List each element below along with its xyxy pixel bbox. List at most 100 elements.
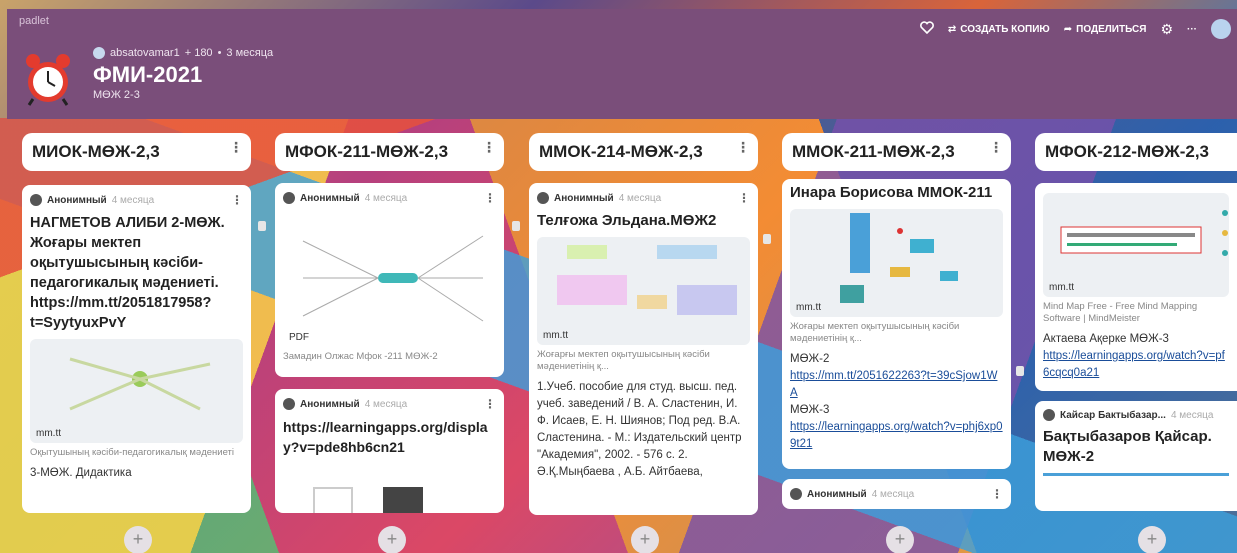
author-name: Анонимный [300, 398, 360, 410]
mindmap-preview-icon [557, 245, 737, 315]
header-actions: ⇄ СОЗДАТЬ КОПИЮ ➦ ПОДЕЛИТЬСЯ ⚙ ··· [919, 19, 1231, 39]
post-menu-icon[interactable]: ⋮ [231, 193, 243, 207]
post-card[interactable]: Инара Борисова ММОК-211 mm.tt Жоғары мек… [782, 179, 1011, 469]
share-button[interactable]: ➦ ПОДЕЛИТЬСЯ [1064, 24, 1147, 35]
column-header[interactable]: ММОК-214-МӨЖ-2,3 ⋮ [529, 133, 758, 171]
mindmap-preview-icon [302, 235, 484, 322]
contributors-count: + 180 [184, 47, 213, 59]
post-card[interactable]: Анонимный 4 месяца ⋮ https://learningapp… [275, 389, 504, 513]
add-post-button[interactable]: + [631, 526, 659, 553]
post-time: 4 месяца [364, 192, 408, 204]
column-header[interactable]: ММОК-211-МӨЖ-2,3 ⋮ [782, 133, 1011, 171]
remake-label: СОЗДАТЬ КОПИЮ [960, 23, 1050, 35]
column-header[interactable]: МФОК-211-МӨЖ-2,3 ⋮ [275, 133, 504, 171]
post-link[interactable]: https://learningapps.org/watch?v=phj6xp0… [790, 419, 1003, 453]
post-menu-icon[interactable]: ⋮ [738, 191, 750, 205]
post-title: Бақтыбазаров Қайсар. МӨЖ-2 [1043, 428, 1212, 465]
post-body: 3-МӨЖ. Дидактика [30, 467, 132, 479]
column-menu-icon[interactable]: ⋮ [736, 139, 750, 156]
post-time: 4 месяца [111, 194, 155, 206]
user-avatar[interactable] [1211, 19, 1231, 39]
post-link[interactable]: https://mm.tt/2051622263?t=39cSjow1WA [790, 368, 1003, 402]
mindmap-thumbnail[interactable]: mm.tt [537, 237, 750, 345]
gear-icon[interactable]: ⚙ [1160, 21, 1173, 38]
post-time: 4 месяца [618, 192, 662, 204]
mindmap-preview-icon [69, 357, 211, 411]
post-author: Анонимный 4 месяца ⋮ [30, 193, 243, 207]
owner-avatar[interactable] [93, 47, 105, 59]
image-icon [313, 487, 353, 513]
drag-handle[interactable] [763, 234, 771, 244]
post-title: Телғожа Эльдана.МӨЖ2 [537, 212, 717, 229]
post-time: 4 месяца [1170, 409, 1214, 421]
post-card[interactable]: Анонимный 4 месяца ⋮ Телғожа Эльдана.МӨЖ… [529, 183, 758, 515]
column-menu-icon[interactable]: ⋮ [482, 139, 496, 156]
column-header[interactable]: МИОК-МӨЖ-2,3 ⋮ [22, 133, 251, 171]
post-title: Инара Борисова ММОК-211 [790, 184, 993, 201]
owner-name[interactable]: absatovamar1 [110, 47, 180, 59]
author-name: Анонимный [807, 488, 867, 500]
mindmap-thumbnail[interactable]: mm.tt [1043, 193, 1229, 297]
post-card[interactable]: Анонимный 4 месяца ⋮ НАГМЕТОВ АЛИБИ 2-МӨ… [22, 185, 251, 513]
post-author: Анонимный 4 месяца ⋮ [283, 397, 496, 411]
column-header[interactable]: МФОК-212-МӨЖ-2,3 [1035, 133, 1237, 171]
thumb-source: mm.tt [796, 302, 821, 313]
add-post-button[interactable]: + [886, 526, 914, 553]
post-link[interactable]: https://learningapps.org/watch?v=pf6cqcq… [1043, 348, 1229, 382]
add-post-button[interactable]: + [378, 526, 406, 553]
post-menu-icon[interactable]: ⋮ [991, 487, 1003, 501]
more-menu-icon[interactable]: ··· [1187, 24, 1197, 35]
column-menu-icon[interactable]: ⋮ [229, 139, 243, 156]
board-meta: absatovamar1 + 180 • 3 месяца [93, 47, 273, 59]
pdf-thumbnail[interactable]: PDF [283, 211, 496, 347]
column-3: ММОК-214-МӨЖ-2,3 ⋮ Анонимный 4 месяца ⋮ … [529, 133, 758, 515]
post-card[interactable]: Кайсар Бактыбазар... 4 месяца Бақтыбазар… [1035, 401, 1237, 511]
post-link-title: Оқытушының кәсіби-педагогикалық мәдениет… [30, 447, 234, 458]
anonymous-avatar-icon [537, 192, 549, 204]
column-4: ММОК-211-МӨЖ-2,3 ⋮ Инара Борисова ММОК-2… [782, 133, 1011, 509]
column-title: ММОК-214-МӨЖ-2,3 [539, 142, 703, 161]
post-card[interactable]: Анонимный 4 месяца ⋮ [782, 479, 1011, 509]
mindmap-thumbnail[interactable]: mm.tt [790, 209, 1003, 317]
post-line: МӨЖ-2 [790, 353, 830, 365]
drag-handle[interactable] [258, 221, 266, 231]
post-link-title: Замадин Олжас Мфок -211 МӨЖ-2 [283, 351, 438, 362]
thumb-source: mm.tt [36, 428, 61, 439]
post-card[interactable]: mm.tt Mind Map Free - Free Mind Mapping … [1035, 183, 1237, 391]
add-post-button[interactable]: + [1138, 526, 1166, 553]
post-title: НАГМЕТОВ АЛИБИ 2-МӨЖ. Жоғары мектеп оқыт… [30, 215, 225, 331]
post-link-title: Жоғарғы мектеп оқытушысының кәсіби мәден… [537, 349, 710, 372]
post-line: МӨЖ-3 [790, 404, 830, 416]
column-title: ММОК-211-МӨЖ-2,3 [792, 142, 955, 161]
post-menu-icon[interactable]: ⋮ [484, 397, 496, 411]
post-author: Анонимный 4 месяца ⋮ [283, 191, 496, 205]
remake-button[interactable]: ⇄ СОЗДАТЬ КОПИЮ [948, 24, 1050, 35]
column-menu-icon[interactable]: ⋮ [989, 139, 1003, 156]
padlet-logo[interactable]: padlet [19, 15, 49, 27]
column-2: МФОК-211-МӨЖ-2,3 ⋮ Анонимный 4 месяца ⋮ … [275, 133, 504, 513]
author-name: Кайсар Бактыбазар... [1060, 409, 1166, 421]
post-card[interactable]: Анонимный 4 месяца ⋮ PDF Замадин Олжас М… [275, 183, 504, 377]
post-line: Актаева Ақерке МӨЖ-3 [1043, 333, 1169, 345]
drag-handle[interactable] [512, 221, 520, 231]
post-menu-icon[interactable]: ⋮ [484, 191, 496, 205]
thumb-source: mm.tt [543, 330, 568, 341]
author-name: Анонимный [300, 192, 360, 204]
heart-icon[interactable] [919, 21, 934, 37]
post-link-title: Mind Map Free - Free Mind Mapping Softwa… [1043, 301, 1198, 324]
drag-handle[interactable] [1016, 366, 1024, 376]
post-body: МӨЖ-2 https://mm.tt/2051622263?t=39cSjow… [790, 351, 1003, 453]
anonymous-avatar-icon [283, 398, 295, 410]
add-post-button[interactable]: + [124, 526, 152, 553]
author-name: Анонимный [47, 194, 107, 206]
column-5: МФОК-212-МӨЖ-2,3 mm.tt Mind Map Free - F… [1035, 133, 1237, 511]
post-time: 4 месяца [871, 488, 915, 500]
thumb-source: mm.tt [1049, 282, 1074, 293]
column-title: МИОК-МӨЖ-2,3 [32, 142, 160, 161]
post-author: Анонимный 4 месяца ⋮ [790, 487, 1003, 501]
anonymous-avatar-icon [30, 194, 42, 206]
post-title[interactable]: https://learningapps.org/display?v=pde8h… [283, 417, 496, 457]
post-author: Кайсар Бактыбазар... 4 месяца [1043, 409, 1229, 421]
mindmap-thumbnail[interactable]: mm.tt [30, 339, 243, 443]
attachment-preview [1043, 473, 1229, 476]
